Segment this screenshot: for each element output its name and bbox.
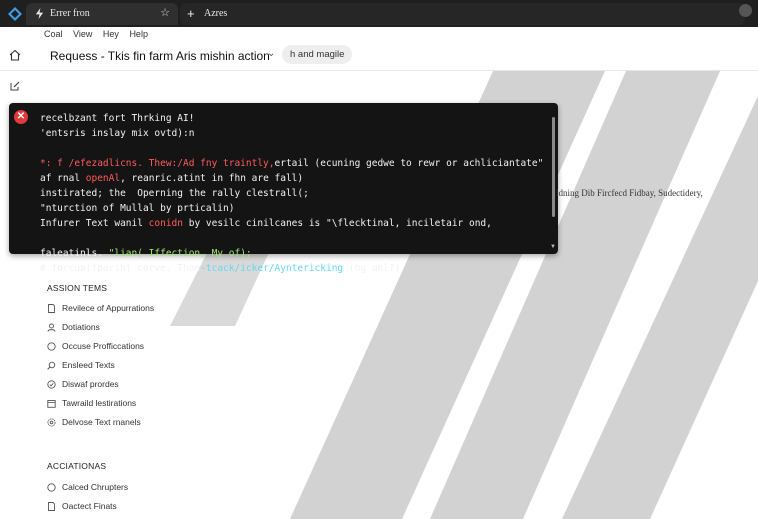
error-panel: ✕ recelbzant fort Thrking AI! 'entsris in…	[9, 103, 558, 274]
error-line: # forcua(fparihl corve. Thon-tcack/icker…	[40, 263, 401, 274]
chevron-down-icon[interactable]: ⌄	[267, 48, 275, 59]
error-line: Infurer Text wanil conidn by vesilc cini…	[40, 218, 492, 229]
error-line: instirated; the Operning the rally clest…	[40, 188, 309, 199]
menu-item-view[interactable]: View	[73, 29, 92, 39]
section-heading: ACCIATIONAS	[47, 461, 107, 471]
menu-item-hey[interactable]: Hey	[103, 29, 119, 39]
check-circle-icon	[47, 380, 56, 389]
new-tab-icon[interactable]: +	[187, 6, 195, 21]
menu-item-help[interactable]: Help	[129, 29, 148, 39]
error-line: "nturction of Mullal by prticalin)	[40, 203, 235, 214]
error-line: 'entsris inslay mix ovtd):n	[40, 128, 195, 139]
side-text: ldning Dib Fircfecd Fidbay, Sudectidery,	[556, 188, 703, 198]
circle-icon	[47, 342, 56, 351]
error-line: recelbzant fort Thrking AI!	[40, 113, 195, 124]
error-line: af rnal openAl, reanric.atint in fhn are…	[40, 173, 304, 184]
browser-tab-bar: Errer fron ☆ + Azres	[0, 0, 758, 27]
menu-bar: Coal View Hey Help	[44, 29, 156, 39]
page-title: Requess - Tkis fin farm Aris mishin acti…	[50, 49, 270, 63]
window-control-button[interactable]	[739, 4, 752, 17]
section-heading: ASSION TEMS	[47, 283, 108, 293]
star-icon[interactable]: ☆	[160, 6, 170, 19]
scroll-down-icon[interactable]: ▼	[550, 244, 556, 250]
error-line	[40, 231, 543, 246]
document-icon	[48, 502, 55, 511]
error-message: recelbzant fort Thrking AI! 'entsris insl…	[40, 111, 543, 276]
bolt-icon	[35, 8, 44, 19]
search-icon	[47, 361, 56, 370]
error-line: faleatinls. "lian( Iffection, My of);	[40, 248, 252, 259]
tab-label: Errer fron	[50, 8, 90, 19]
circle-icon	[47, 483, 56, 492]
home-icon[interactable]	[9, 49, 21, 61]
calendar-icon	[47, 400, 56, 408]
person-icon	[47, 323, 56, 332]
app-logo-icon	[8, 7, 22, 21]
menu-item-coal[interactable]: Coal	[44, 29, 63, 39]
tab-azres[interactable]: + Azres	[180, 3, 745, 25]
error-icon: ✕	[14, 110, 28, 124]
error-line	[40, 141, 543, 156]
tab-errer[interactable]: Errer fron ☆	[26, 3, 178, 25]
filter-chip[interactable]: h and magile	[282, 45, 353, 64]
error-line: *: f /efezadlicns. Thew:/Ad fny traintly…	[40, 158, 544, 169]
tab-label: Azres	[204, 8, 228, 19]
document-icon	[48, 304, 55, 313]
scrollbar[interactable]	[552, 117, 555, 217]
gear-icon	[47, 418, 56, 427]
